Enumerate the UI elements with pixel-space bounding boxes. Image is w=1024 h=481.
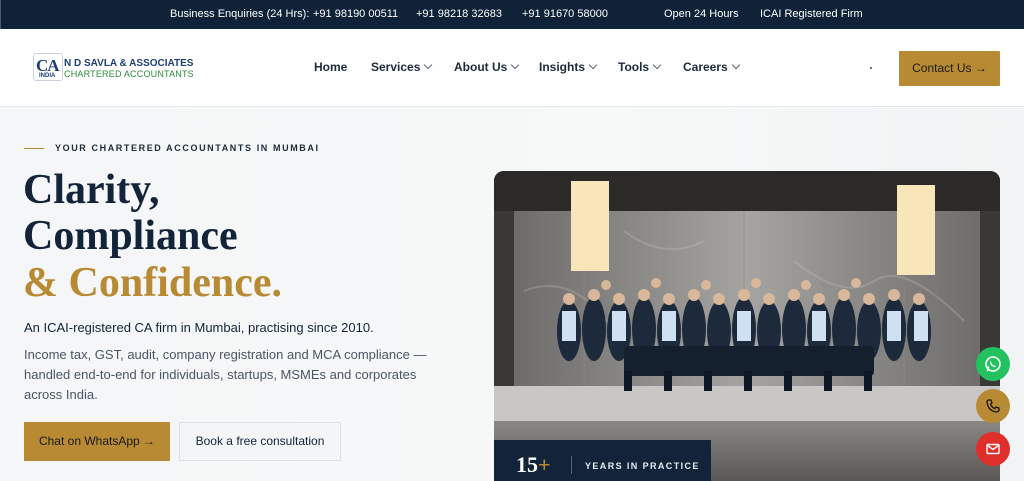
phone-link-3[interactable]: +91 91670 58000 [522, 8, 608, 20]
nav-services[interactable]: Services [371, 60, 433, 74]
phone-icon [986, 399, 1000, 413]
chevron-down-icon [731, 60, 740, 70]
brand-tagline: CHARTERED ACCOUNTANTS [64, 69, 194, 79]
site-header: CA INDIA N D SAVLA & ASSOCIATES CHARTERE… [0, 29, 1024, 107]
team-photo-illustration [494, 171, 1000, 481]
divider [0, 13, 1, 26]
nav-tools[interactable]: Tools [618, 60, 662, 74]
nav-insights-label: Insights [539, 60, 586, 74]
logo-icon[interactable]: CA INDIA [33, 53, 63, 81]
nav-home-label: Home [314, 60, 348, 74]
years-stat-label: YEARS IN PRACTICE [585, 461, 700, 471]
headline-line-2: Compliance [23, 213, 238, 259]
divider [0, 0, 1, 13]
nav-about-us[interactable]: About Us [454, 60, 520, 74]
chevron-down-icon [424, 60, 433, 70]
whatsapp-icon [985, 356, 1001, 372]
stat-suffix: + [538, 452, 551, 477]
phone-link-2[interactable]: +91 98218 32683 [416, 8, 502, 20]
nav-tools-label: Tools [618, 60, 650, 74]
whatsapp-float-button[interactable] [976, 347, 1010, 381]
mail-float-button[interactable] [976, 432, 1010, 466]
eyebrow-accent-line [24, 148, 44, 149]
hero-description: Income tax, GST, audit, company registra… [24, 347, 427, 402]
logo-country: INDIA [39, 73, 56, 79]
contact-us-button[interactable]: Contact Us → [899, 51, 1000, 86]
nav-insights[interactable]: Insights [539, 60, 598, 74]
brand-name[interactable]: N D SAVLA & ASSOCIATES [64, 58, 193, 69]
chevron-down-icon [652, 60, 662, 70]
chevron-down-icon [511, 60, 520, 70]
enquiries-label: Business Enquiries (24 Hrs): [170, 8, 310, 20]
divider [571, 456, 572, 474]
nav-careers[interactable]: Careers [683, 60, 740, 74]
chevron-down-icon [588, 60, 598, 70]
hero-eyebrow: YOUR CHARTERED ACCOUNTANTS IN MUMBAI [55, 143, 320, 153]
chat-whatsapp-button[interactable]: Chat on WhatsApp → [24, 422, 170, 461]
phone-link-1[interactable]: +91 98190 00511 [313, 8, 398, 20]
nav-careers-label: Careers [683, 60, 728, 74]
nav-home[interactable]: Home [314, 60, 347, 74]
stat-number: 15 [516, 452, 538, 477]
hero-lead: An ICAI-registered CA firm in Mumbai, pr… [24, 320, 374, 335]
nav-about-label: About Us [454, 60, 508, 74]
headline-line-3: & Confidence. [23, 260, 282, 306]
registration-text: ICAI Registered Firm [760, 8, 863, 20]
hours-text: Open 24 Hours [664, 8, 739, 20]
book-consultation-button[interactable]: Book a free consultation [179, 422, 341, 461]
phone-float-button[interactable] [976, 389, 1010, 423]
mail-icon [986, 443, 1000, 455]
nav-services-label: Services [371, 60, 421, 74]
headline-line-1: Clarity, [23, 167, 160, 213]
team-photo [494, 171, 1000, 481]
years-stat-number: 15+ [516, 452, 551, 478]
top-info-bar: Business Enquiries (24 Hrs): +91 98190 0… [0, 0, 1024, 52]
decorative-dot [870, 67, 872, 69]
